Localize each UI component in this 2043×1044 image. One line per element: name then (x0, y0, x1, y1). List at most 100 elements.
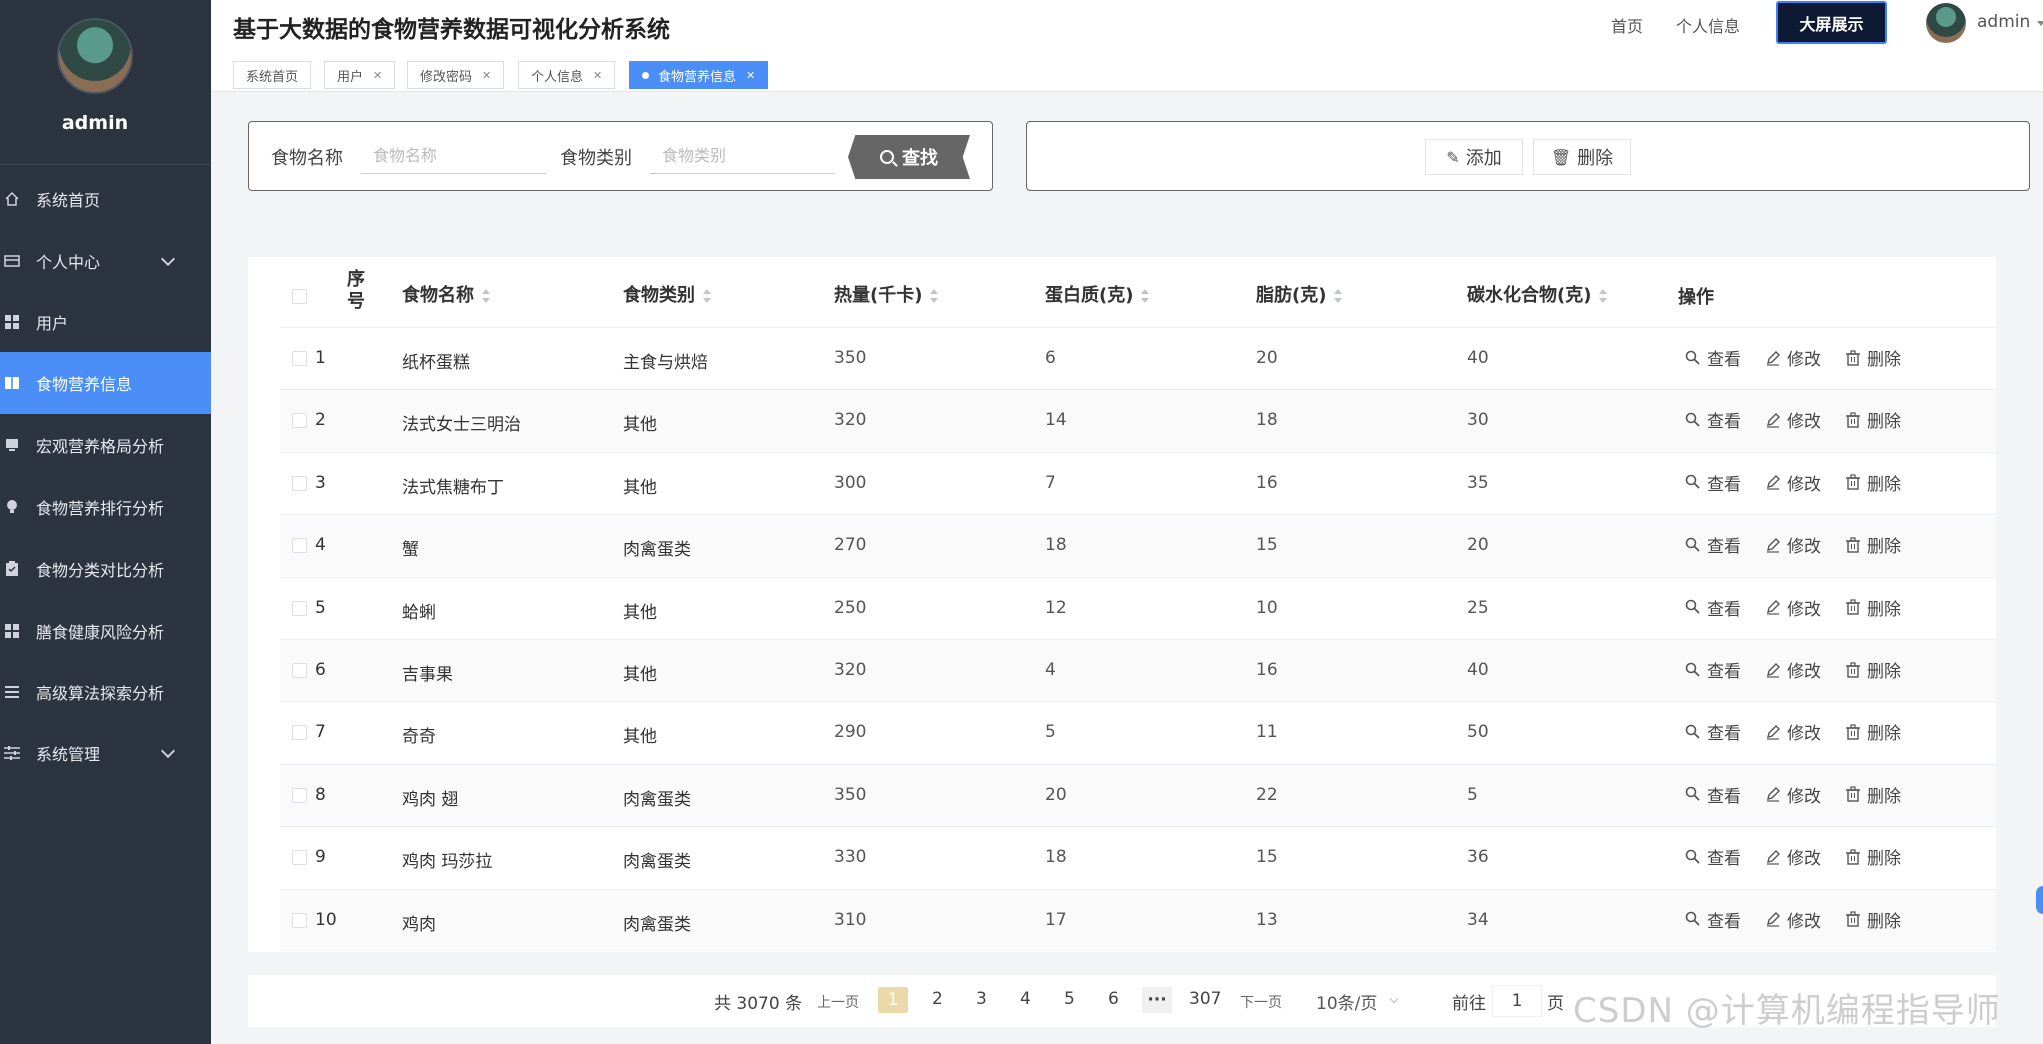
page-size-select[interactable]: 10条/页 (1316, 985, 1426, 1017)
sort-icon[interactable] (930, 289, 939, 303)
delete-button[interactable]: 删除 (1845, 407, 1901, 432)
sidebar-item-2[interactable]: 用户 (0, 291, 211, 353)
page-3[interactable]: 3 (976, 989, 987, 1009)
view-button[interactable]: 查看 (1685, 657, 1741, 682)
table-row[interactable]: 6 吉事果 其他 320 4 16 40 查看 修改 删除 (280, 639, 1996, 701)
page-1[interactable]: 1 (878, 987, 908, 1013)
page-last[interactable]: 307 (1189, 989, 1221, 1009)
sidebar-item-3[interactable]: 食物营养信息 (0, 352, 211, 414)
header-calories[interactable]: 热量(千卡) (834, 281, 939, 307)
header-carbs[interactable]: 碳水化合物(克) (1467, 281, 1608, 307)
tag-change-password[interactable]: 修改密码 ✕ (407, 61, 505, 89)
more-pages-button[interactable]: ··· (1142, 987, 1172, 1013)
header-avatar[interactable] (1926, 3, 1966, 43)
view-button[interactable]: 查看 (1685, 719, 1741, 744)
table-row[interactable]: 1 纸杯蛋糕 主食与烘焙 350 6 20 40 查看 修改 删除 (280, 327, 1996, 389)
sort-icon[interactable] (1599, 289, 1608, 303)
sort-icon[interactable] (482, 289, 490, 303)
sidebar-item-7[interactable]: 膳食健康风险分析 (0, 600, 211, 662)
sidebar-item-9[interactable]: 系统管理 (0, 722, 211, 784)
tag-user[interactable]: 用户 ✕ (324, 61, 396, 89)
select-all-checkbox[interactable] (292, 289, 307, 304)
close-icon[interactable]: ✕ (482, 69, 491, 82)
delete-button[interactable]: 🗑 删除 (1533, 139, 1631, 175)
close-icon[interactable]: ✕ (593, 69, 602, 82)
nav-home-link[interactable]: 首页 (1611, 13, 1643, 37)
row-checkbox[interactable] (292, 475, 307, 491)
view-button[interactable]: 查看 (1685, 782, 1741, 807)
header-category[interactable]: 食物类别 (623, 281, 711, 307)
sidebar-item-8[interactable]: 高级算法探索分析 (0, 661, 211, 723)
tag-home[interactable]: 系统首页 (233, 61, 312, 89)
edit-button[interactable]: 修改 (1765, 595, 1821, 620)
edit-button[interactable]: 修改 (1765, 657, 1821, 682)
tag-food-nutrition[interactable]: 食物营养信息 ✕ (629, 61, 769, 89)
table-row[interactable]: 2 法式女士三明治 其他 320 14 18 30 查看 修改 删除 (280, 389, 1996, 452)
sidebar-item-6[interactable]: 食物分类对比分析 (0, 538, 211, 600)
prev-page-button[interactable]: 上一页 (817, 992, 859, 1012)
table-row[interactable]: 4 蟹 肉禽蛋类 270 18 15 20 查看 修改 删除 (280, 514, 1996, 577)
view-button[interactable]: 查看 (1685, 532, 1741, 557)
tag-profile[interactable]: 个人信息 ✕ (518, 61, 616, 89)
delete-button[interactable]: 删除 (1845, 844, 1901, 869)
row-checkbox[interactable] (292, 663, 307, 678)
delete-button[interactable]: 删除 (1845, 345, 1901, 370)
row-checkbox[interactable] (292, 725, 307, 741)
header-fat[interactable]: 脂肪(克) (1256, 281, 1343, 307)
close-icon[interactable]: ✕ (373, 69, 382, 82)
table-row[interactable]: 8 鸡肉 翅 肉禽蛋类 350 20 22 5 查看 修改 删除 (280, 763, 1996, 826)
sort-icon[interactable] (1334, 289, 1343, 303)
delete-button[interactable]: 删除 (1845, 532, 1901, 557)
table-row[interactable]: 5 蛤蜊 其他 250 12 10 25 查看 修改 删除 (280, 576, 1996, 639)
sidebar-item-1[interactable]: 个人中心 (0, 230, 211, 292)
view-button[interactable]: 查看 (1685, 470, 1741, 495)
delete-button[interactable]: 删除 (1845, 719, 1901, 744)
header-protein[interactable]: 蛋白质(克) (1045, 281, 1150, 307)
sidebar-item-0[interactable]: 系统首页 (0, 168, 211, 230)
floating-handle[interactable] (2036, 886, 2043, 914)
edit-button[interactable]: 修改 (1765, 532, 1821, 557)
edit-button[interactable]: 修改 (1765, 844, 1821, 869)
sort-icon[interactable] (1141, 289, 1150, 303)
table-row[interactable]: 3 法式焦糖布丁 其他 300 7 16 35 查看 修改 删除 (280, 451, 1996, 514)
header-name[interactable]: 食物名称 (402, 281, 490, 307)
row-checkbox[interactable] (292, 787, 307, 803)
view-button[interactable]: 查看 (1685, 907, 1741, 932)
row-checkbox[interactable] (292, 351, 307, 366)
row-checkbox[interactable] (292, 850, 307, 866)
close-icon[interactable]: ✕ (746, 69, 755, 82)
table-row[interactable]: 7 奇奇 其他 290 5 11 50 查看 修改 删除 (280, 701, 1996, 763)
page-6[interactable]: 6 (1108, 989, 1119, 1009)
view-button[interactable]: 查看 (1685, 407, 1741, 432)
view-button[interactable]: 查看 (1685, 595, 1741, 620)
goto-page-input[interactable] (1492, 985, 1542, 1017)
sidebar-item-4[interactable]: 宏观营养格局分析 (0, 414, 211, 476)
edit-button[interactable]: 修改 (1765, 345, 1821, 370)
page-4[interactable]: 4 (1020, 989, 1031, 1009)
row-checkbox[interactable] (292, 600, 307, 616)
sidebar-item-5[interactable]: 食物营养排行分析 (0, 476, 211, 538)
edit-button[interactable]: 修改 (1765, 782, 1821, 807)
food-category-input[interactable] (650, 138, 835, 174)
table-row[interactable]: 10 鸡肉 肉禽蛋类 310 17 13 34 查看 修改 删除 (280, 888, 1996, 951)
delete-button[interactable]: 删除 (1845, 657, 1901, 682)
delete-button[interactable]: 删除 (1845, 782, 1901, 807)
delete-button[interactable]: 删除 (1845, 470, 1901, 495)
page-5[interactable]: 5 (1064, 989, 1075, 1009)
delete-button[interactable]: 删除 (1845, 595, 1901, 620)
edit-button[interactable]: 修改 (1765, 719, 1821, 744)
avatar[interactable] (57, 18, 133, 94)
row-checkbox[interactable] (292, 538, 307, 554)
page-2[interactable]: 2 (932, 989, 943, 1009)
delete-button[interactable]: 删除 (1845, 907, 1901, 932)
table-row[interactable]: 9 鸡肉 玛莎拉 肉禽蛋类 330 18 15 36 查看 修改 删除 (280, 826, 1996, 888)
food-name-input[interactable] (361, 138, 546, 174)
big-screen-button[interactable]: 大屏展示 (1776, 1, 1887, 44)
nav-profile-link[interactable]: 个人信息 (1676, 13, 1740, 37)
view-button[interactable]: 查看 (1685, 345, 1741, 370)
edit-button[interactable]: 修改 (1765, 907, 1821, 932)
next-page-button[interactable]: 下一页 (1240, 992, 1282, 1012)
search-button[interactable]: 查找 (848, 135, 970, 179)
header-username[interactable]: admin (1977, 12, 2030, 32)
add-button[interactable]: ✎ 添加 (1425, 139, 1523, 175)
